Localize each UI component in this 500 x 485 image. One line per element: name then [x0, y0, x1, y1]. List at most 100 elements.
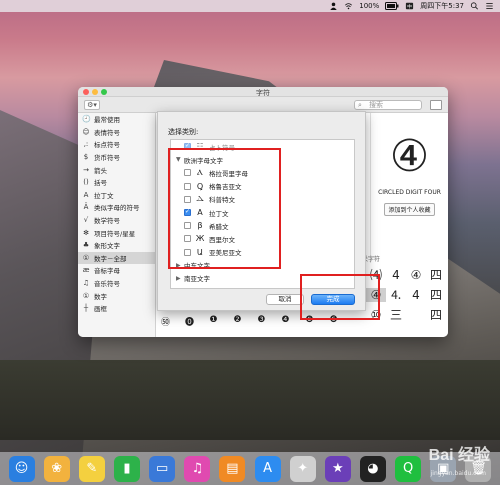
sidebar-item[interactable]: ✻ 项目符号/星星	[78, 226, 155, 239]
wifi-icon[interactable]	[344, 2, 353, 10]
search-icon: ⌕	[358, 101, 362, 109]
category-checkbox[interactable]	[184, 169, 191, 177]
category-option[interactable]: Ж 西里尔文	[171, 232, 354, 245]
category-checkbox[interactable]	[184, 248, 191, 256]
gear-menu-button[interactable]: ⚙▾	[84, 100, 100, 110]
itunes-icon[interactable]: ♫	[184, 455, 211, 482]
related-character[interactable]: 4	[406, 288, 426, 302]
grid-character[interactable]: ❹	[280, 315, 291, 328]
iqiyi-icon[interactable]: Q	[395, 455, 422, 482]
category-option[interactable]: ☷ 占卜符号	[171, 140, 354, 153]
related-character[interactable]: 四	[426, 288, 446, 302]
disclosure-closed-icon[interactable]: ▶	[176, 262, 184, 269]
sidebar-item[interactable]: ☺ 表情符号	[78, 126, 155, 139]
ibooks-icon[interactable]: ▤	[219, 455, 246, 482]
sidebar-item[interactable]: $ 货币符号	[78, 151, 155, 164]
user-icon[interactable]	[329, 2, 338, 10]
sidebar-item[interactable]: ┼ 画框	[78, 302, 155, 315]
category-option[interactable]: β 希腊文	[171, 219, 354, 232]
related-character[interactable]	[406, 308, 426, 322]
category-glyph-icon: Ꝗ	[196, 181, 204, 191]
related-characters-grid: ⑷4④四④⒋4四⑩三四	[366, 268, 446, 322]
category-group[interactable]: ▶ 中东文字	[171, 259, 354, 272]
grid-character[interactable]: ⓿	[184, 315, 195, 328]
category-icon: ,:	[83, 140, 89, 149]
sheet-title: 选择类别:	[168, 128, 199, 136]
category-option[interactable]: Ա 亚美尼亚文	[171, 246, 354, 259]
sidebar-item[interactable]: ♣ 象形文字	[78, 239, 155, 252]
category-option[interactable]: Ⲇ 科普特文	[171, 193, 354, 206]
related-character[interactable]: ⒋	[386, 288, 406, 302]
sidebar-item[interactable]: ♫ 音乐符号	[78, 277, 155, 290]
sidebar-item[interactable]: æ 音标字母	[78, 264, 155, 277]
imovie-icon[interactable]: ★	[324, 455, 351, 482]
sidebar-toggle-button[interactable]	[430, 100, 442, 110]
category-group[interactable]: ▼ 欧洲字母文字	[171, 153, 354, 166]
category-checkbox[interactable]	[184, 182, 191, 190]
disclosure-closed-icon[interactable]: ▶	[176, 275, 184, 282]
related-character[interactable]: ④	[406, 268, 426, 282]
related-character[interactable]: 四	[426, 308, 446, 322]
sidebar-item[interactable]: () 括号	[78, 176, 155, 189]
search-input[interactable]: ⌕ 搜索	[354, 100, 422, 110]
sidebar-item-label: 音标字母	[94, 267, 120, 276]
spotlight-icon[interactable]	[470, 2, 479, 10]
category-checkbox[interactable]	[184, 222, 191, 230]
related-character[interactable]: 三	[386, 308, 406, 322]
related-character[interactable]: 四	[426, 268, 446, 282]
grid-character[interactable]: ❸	[256, 315, 267, 328]
category-glyph-icon: Ⲁ	[197, 167, 203, 177]
category-group[interactable]: ▶ 南亚文字	[171, 272, 354, 285]
character-detail-panel: ④ CIRCLED DIGIT FOUR 添加到个人收藏	[370, 113, 448, 263]
photos-icon[interactable]: ❀	[43, 455, 70, 482]
grid-character[interactable]: ❷	[232, 315, 243, 328]
grid-character[interactable]: ❺	[304, 315, 315, 328]
done-button[interactable]: 完成	[311, 294, 355, 305]
category-icon: æ	[82, 266, 90, 275]
qq-icon[interactable]: ◕	[359, 455, 386, 482]
sidebar-item-label: 箭头	[94, 166, 107, 175]
category-option[interactable]: Ꝗ 格鲁吉亚文	[171, 180, 354, 193]
color-picker-icon[interactable]: ✦	[289, 455, 316, 482]
sidebar-item[interactable]: √ 数学符号	[78, 214, 155, 227]
cancel-button[interactable]: 取消	[266, 294, 304, 305]
related-character[interactable]: ⑩	[366, 308, 386, 322]
numbers-icon[interactable]: ▮	[113, 455, 140, 482]
category-option[interactable]: Ⲁ 格拉哥里字母	[171, 166, 354, 179]
disclosure-open-icon[interactable]: ▼	[176, 156, 184, 163]
keynote-icon[interactable]: ▭	[149, 455, 176, 482]
sidebar-item[interactable]: A 拉丁文	[78, 189, 155, 202]
sidebar-item[interactable]: ① 数字	[78, 289, 155, 302]
title-bar[interactable]: 字符	[78, 87, 448, 97]
sidebar-item[interactable]: → 箭头	[78, 163, 155, 176]
grid-character[interactable]: ❶	[208, 315, 219, 328]
notification-center-icon[interactable]	[485, 2, 494, 10]
menu-bar: 100% 中 周四下午5:37	[0, 0, 500, 12]
related-character[interactable]: ⑷	[366, 268, 386, 282]
input-method-icon[interactable]: 中	[405, 2, 414, 10]
category-checkbox[interactable]	[184, 195, 191, 203]
category-checkbox[interactable]	[184, 235, 191, 243]
finder-icon[interactable]: ☺	[8, 455, 35, 482]
sidebar-item[interactable]: 🕘 最常使用	[78, 113, 155, 126]
category-icon: 🕘	[82, 115, 91, 124]
category-checkbox[interactable]	[184, 208, 191, 217]
sidebar-item[interactable]: ① 数字－全部	[78, 251, 155, 265]
notes-icon[interactable]: ✎	[78, 455, 105, 482]
sidebar-item[interactable]: Ä 类似字母的符号	[78, 201, 155, 214]
grid-character[interactable]: ㊿	[160, 315, 171, 328]
category-glyph-icon: Ж	[195, 234, 205, 244]
category-checkbox[interactable]	[184, 142, 191, 151]
related-character[interactable]: ④	[366, 288, 386, 302]
category-option[interactable]: A 拉丁文	[171, 206, 354, 219]
grid-character[interactable]: ❻	[328, 315, 339, 328]
category-glyph-icon: Ⲇ	[196, 194, 204, 204]
category-icon: →	[83, 165, 89, 174]
add-to-favorites-button[interactable]: 添加到个人收藏	[384, 203, 435, 216]
app-store-icon[interactable]: A	[254, 455, 281, 482]
sidebar-item[interactable]: ,: 标点符号	[78, 138, 155, 151]
clock-datetime[interactable]: 周四下午5:37	[420, 1, 464, 11]
related-character[interactable]: 4	[386, 268, 406, 282]
battery-icon[interactable]	[385, 2, 399, 10]
category-list[interactable]: ☷占卜符号▼欧洲字母文字Ⲁ格拉哥里字母Ꝗ格鲁吉亚文Ⲇ科普特文A拉丁文β希腊文Ж西…	[170, 139, 355, 289]
